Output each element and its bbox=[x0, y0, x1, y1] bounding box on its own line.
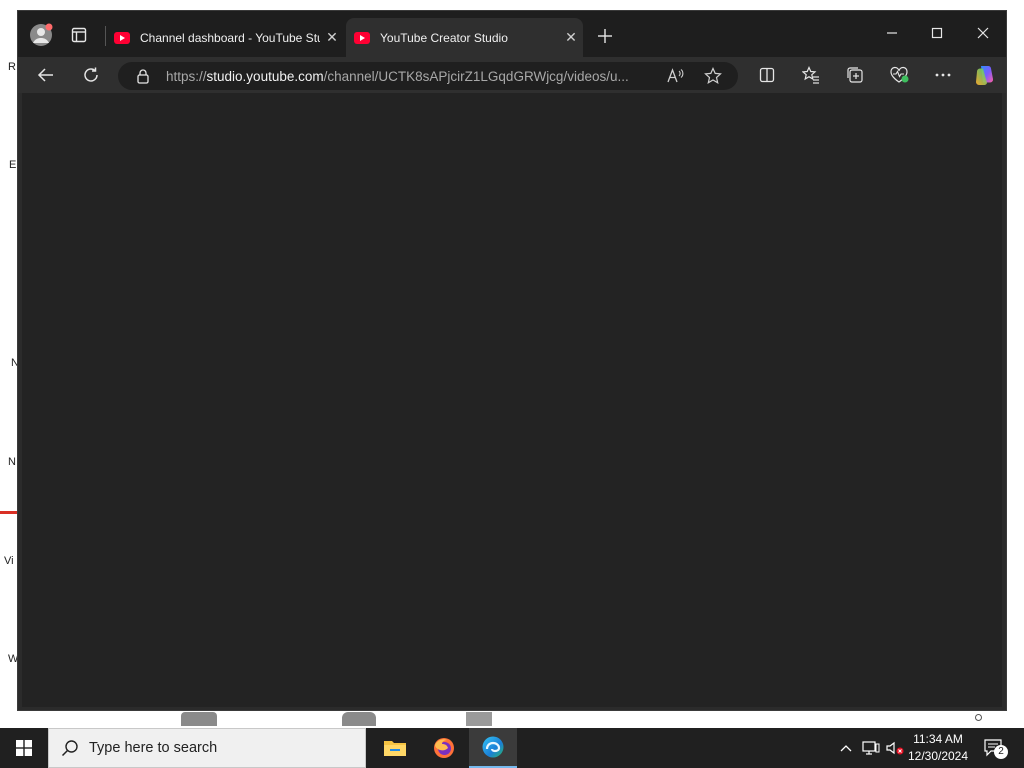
plus-icon[interactable] bbox=[594, 25, 616, 47]
split-screen-icon[interactable] bbox=[755, 63, 779, 87]
copilot-icon[interactable] bbox=[972, 62, 998, 88]
youtube-favicon-icon bbox=[114, 31, 130, 44]
browser-titlebar: Channel dashboard - YouTube Studio ✕ You… bbox=[18, 11, 1006, 57]
read-aloud-icon[interactable] bbox=[666, 67, 684, 90]
favorite-star-icon[interactable] bbox=[704, 67, 722, 90]
desktop-icon-label[interactable]: E bbox=[9, 159, 16, 171]
tab-close-icon[interactable]: ✕ bbox=[559, 29, 583, 46]
network-icon[interactable] bbox=[860, 728, 882, 768]
favorites-icon[interactable] bbox=[799, 63, 823, 87]
notification-count-badge: 2 bbox=[994, 745, 1008, 759]
desktop-icon-label[interactable]: Vi bbox=[4, 555, 14, 567]
desktop-icon-label[interactable]: R bbox=[8, 61, 16, 73]
tab-close-icon[interactable]: ✕ bbox=[320, 29, 344, 46]
taskbar-clock[interactable]: 11:34 AM 12/30/2024 bbox=[903, 731, 973, 765]
collections-icon[interactable] bbox=[843, 63, 867, 87]
desktop-icon-fragment bbox=[342, 712, 376, 726]
desktop-dot-icon bbox=[975, 714, 982, 721]
tab-title: Channel dashboard - YouTube Studio bbox=[140, 30, 320, 45]
close-icon[interactable] bbox=[969, 21, 997, 45]
profile-avatar[interactable] bbox=[28, 22, 54, 48]
maximize-icon[interactable] bbox=[923, 21, 951, 45]
browser-toolbar: https://studio.youtube.com/channel/UCTK8… bbox=[18, 57, 1006, 93]
tab-channel-dashboard[interactable]: Channel dashboard - YouTube Studio ✕ bbox=[106, 18, 344, 57]
desktop-fragment bbox=[0, 511, 17, 514]
youtube-favicon-icon bbox=[354, 31, 370, 44]
tab-youtube-creator-studio[interactable]: YouTube Creator Studio ✕ bbox=[346, 18, 583, 57]
clock-time: 11:34 AM bbox=[913, 732, 963, 746]
search-placeholder: Type here to search bbox=[89, 740, 218, 756]
taskbar: Type here to search 11:34 AM 12/30/2024 … bbox=[0, 728, 1024, 768]
url-host: studio.youtube.com bbox=[206, 68, 324, 84]
windows-start-icon[interactable] bbox=[0, 728, 48, 768]
back-icon[interactable] bbox=[34, 63, 58, 87]
firefox-icon[interactable] bbox=[420, 728, 468, 768]
search-icon bbox=[61, 739, 79, 757]
desktop-icon-fragment bbox=[466, 712, 492, 726]
chevron-up-icon[interactable] bbox=[836, 728, 856, 768]
refresh-icon[interactable] bbox=[79, 63, 103, 87]
clock-date: 12/30/2024 bbox=[907, 749, 969, 763]
url-path: /channel/UCTK8sAPjcirZ1LGqdGRWjcg/videos… bbox=[323, 68, 629, 84]
url-text: https://studio.youtube.com/channel/UCTK8… bbox=[166, 69, 646, 84]
address-bar[interactable]: https://studio.youtube.com/channel/UCTK8… bbox=[118, 62, 738, 90]
taskbar-search-box[interactable]: Type here to search bbox=[48, 728, 366, 768]
more-icon[interactable] bbox=[931, 63, 955, 87]
tab-actions-icon[interactable] bbox=[68, 24, 90, 46]
desktop-icon-fragment bbox=[181, 712, 217, 726]
minimize-icon[interactable] bbox=[878, 21, 906, 45]
edge-icon[interactable] bbox=[469, 728, 517, 768]
file-explorer-icon[interactable] bbox=[371, 728, 419, 768]
page-content-area[interactable] bbox=[22, 93, 1002, 707]
notifications-icon[interactable]: 2 bbox=[980, 728, 1008, 768]
browser-essentials-icon[interactable] bbox=[887, 63, 911, 87]
browser-window: Channel dashboard - YouTube Studio ✕ You… bbox=[17, 10, 1007, 711]
url-scheme: https:// bbox=[166, 68, 207, 84]
desktop-icon-label[interactable]: N bbox=[8, 456, 16, 468]
tab-title: YouTube Creator Studio bbox=[380, 30, 508, 45]
lock-icon[interactable] bbox=[136, 68, 150, 89]
